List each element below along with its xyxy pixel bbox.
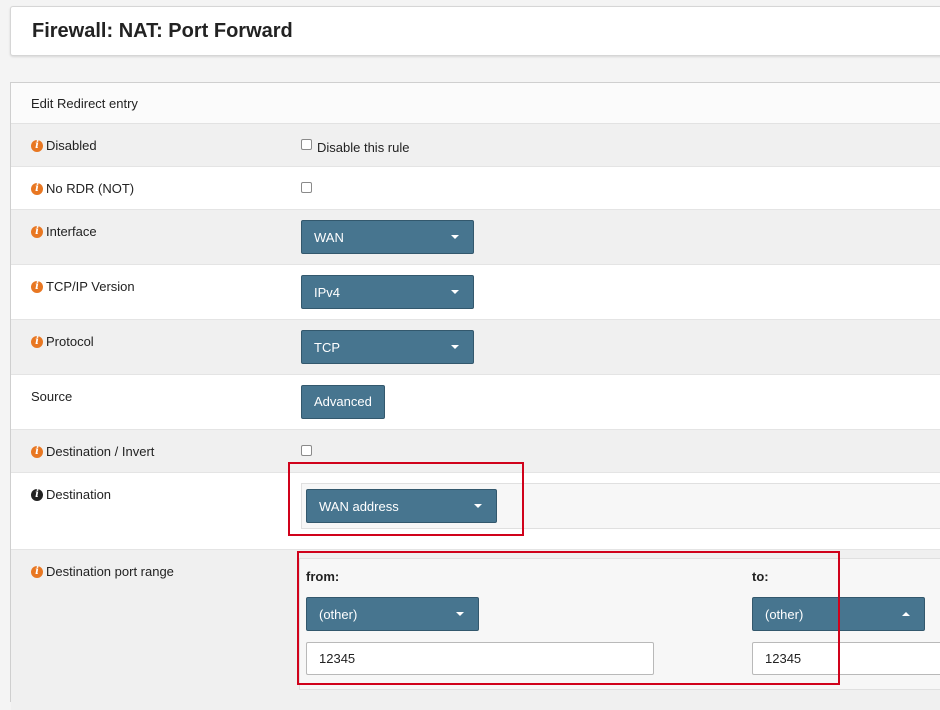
from-label: from: [306, 569, 340, 584]
info-icon[interactable]: i [31, 139, 43, 152]
chevron-up-icon [902, 612, 910, 616]
protocol-select[interactable]: TCP [301, 330, 474, 364]
row-no-rdr: i No RDR (NOT) [11, 167, 940, 210]
label-disabled: i Disabled [31, 138, 97, 153]
chevron-down-icon [456, 612, 464, 616]
chevron-down-icon [451, 235, 459, 239]
to-label: to: [752, 569, 769, 584]
page-header: Firewall: NAT: Port Forward [10, 6, 940, 56]
label-destination: i Destination [31, 487, 111, 502]
row-disabled: i Disabled Disable this rule [11, 124, 940, 167]
chevron-down-icon [451, 290, 459, 294]
info-icon[interactable]: i [31, 225, 43, 238]
chevron-down-icon [474, 504, 482, 508]
row-destination: i Destination WAN address [11, 473, 940, 550]
info-icon[interactable]: i [31, 445, 43, 458]
row-destination-invert: i Destination / Invert [11, 430, 940, 473]
panel-heading-title: Edit Redirect entry [31, 96, 138, 111]
label-tcpip-version: i TCP/IP Version [31, 279, 135, 294]
label-destination-port-range: i Destination port range [31, 564, 174, 579]
disabled-checkbox-label[interactable]: Disable this rule [317, 140, 410, 155]
interface-select[interactable]: WAN [301, 220, 474, 254]
row-tcpip-version: i TCP/IP Version IPv4 [11, 265, 940, 320]
to-port-input[interactable]: 12345 [752, 642, 940, 675]
chevron-down-icon [451, 345, 459, 349]
disabled-checkbox[interactable] [301, 139, 312, 150]
label-protocol: i Protocol [31, 334, 94, 349]
row-protocol: i Protocol TCP [11, 320, 940, 375]
label-no-rdr: i No RDR (NOT) [31, 181, 134, 196]
info-icon[interactable]: i [31, 488, 43, 501]
page-title: Firewall: NAT: Port Forward [32, 20, 293, 42]
row-destination-port-range: i Destination port range from: to: (othe… [11, 550, 940, 710]
info-icon[interactable]: i [31, 280, 43, 293]
info-icon[interactable]: i [31, 565, 43, 578]
no-rdr-checkbox[interactable] [301, 182, 312, 193]
label-source: Source [31, 389, 73, 404]
label-interface: i Interface [31, 224, 97, 239]
tcpip-version-select[interactable]: IPv4 [301, 275, 474, 309]
from-port-input[interactable]: 12345 [306, 642, 654, 675]
destination-select[interactable]: WAN address [306, 489, 497, 523]
from-port-select[interactable]: (other) [306, 597, 479, 631]
edit-redirect-panel: Edit Redirect entry i Disabled Disable t… [10, 82, 940, 710]
info-icon[interactable]: i [31, 335, 43, 348]
info-icon[interactable]: i [31, 182, 43, 195]
label-destination-invert: i Destination / Invert [31, 444, 154, 459]
panel-heading: Edit Redirect entry [11, 83, 940, 124]
source-advanced-button[interactable]: Advanced [301, 385, 385, 419]
row-source: Source Advanced [11, 375, 940, 430]
destination-invert-checkbox[interactable] [301, 445, 312, 456]
row-interface: i Interface WAN [11, 210, 940, 265]
to-port-select[interactable]: (other) [752, 597, 925, 631]
